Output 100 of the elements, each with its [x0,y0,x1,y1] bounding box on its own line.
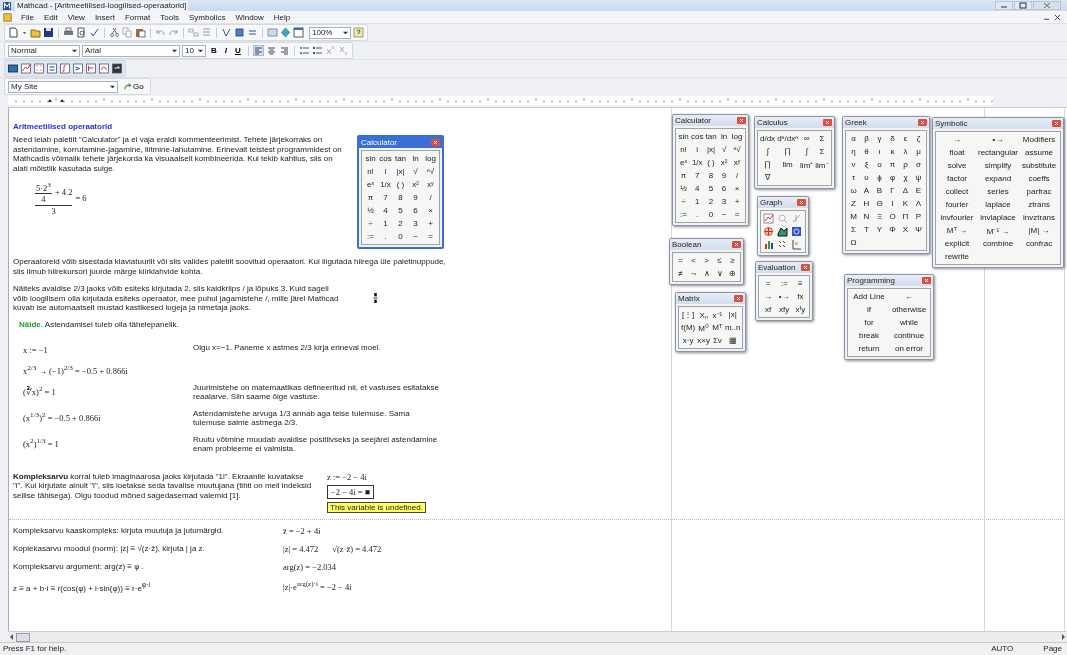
palette-button[interactable]: eˣ [677,156,690,169]
bold-button[interactable]: B [208,45,220,56]
menu-item[interactable]: Insert [89,12,120,22]
font-dropdown[interactable]: Arial [82,44,180,57]
component-icon[interactable] [234,27,245,38]
palette-button[interactable]: χ [899,171,912,184]
palette-button[interactable]: [⋮] [680,308,697,321]
palette-button[interactable]: ≠ [674,267,687,280]
palette-button[interactable]: Υ [873,223,886,236]
spell-check-icon[interactable] [89,27,100,38]
palette-button[interactable]: x² [717,156,731,169]
italic-button[interactable]: I [221,45,230,56]
palette-button[interactable]: √ [717,143,731,156]
palette-button[interactable]: η [847,145,860,158]
palette-button[interactable]: ∇ [759,171,777,184]
palette-button[interactable]: := [677,208,690,221]
menu-item[interactable]: Symbolics [183,12,231,22]
scroll-thumb[interactable] [16,632,30,642]
close-button[interactable] [822,119,832,126]
palette-button[interactable]: = [730,208,744,221]
palette-button[interactable]: δ [886,132,899,145]
palette-button[interactable]: > [700,254,713,267]
document-icon[interactable] [3,12,12,22]
palette-button[interactable]: coeffs [1019,172,1060,185]
palette-button[interactable]: cos [690,130,705,143]
palette-button[interactable]: collect [937,185,977,198]
palette-button[interactable]: 3 [717,195,731,208]
palette-button[interactable]: Ρ [912,210,925,223]
palette-button[interactable]: = [674,254,687,267]
palette-button[interactable]: Mᵀ → [937,224,977,237]
palette-button[interactable]: solve [937,159,977,172]
palette-button[interactable]: × [730,182,744,195]
palette-button[interactable]: dⁿ/dxⁿ [776,132,800,145]
palette-button[interactable]: Θ [873,197,886,210]
palette-button[interactable]: i [690,143,705,156]
palette-button[interactable]: β [860,132,873,145]
polar-plot-icon[interactable] [763,226,774,237]
palette-button[interactable]: θ [860,145,873,158]
palette-button[interactable]: parfrac [1019,185,1060,198]
vector-field-icon[interactable] [777,239,788,250]
palette-button[interactable]: ο [873,158,886,171]
palette-button[interactable]: Ι [886,197,899,210]
palette-button[interactable]: − [717,208,731,221]
window-icon[interactable] [293,27,304,38]
palette-button[interactable]: υ [860,171,873,184]
help-icon[interactable] [353,27,364,38]
palette-button[interactable]: 1/x [690,156,705,169]
close-button[interactable] [918,119,927,126]
calculate-icon[interactable] [221,27,232,38]
palette-button[interactable]: f(M) [680,321,697,334]
palette-button[interactable]: sin [677,130,690,143]
palette-button[interactable]: Σ [847,223,860,236]
palette-button[interactable]: Β [873,184,886,197]
palette-button[interactable]: μ [912,145,925,158]
palette-button[interactable]: xʸ [730,156,744,169]
maximize-button[interactable] [1014,1,1032,10]
palette-button[interactable]: ztrans [1019,198,1060,211]
document-icon[interactable] [8,27,19,38]
align-icon[interactable] [265,45,277,56]
palette-button[interactable]: α [847,132,860,145]
align-icon[interactable] [252,45,264,56]
palette-button[interactable]: 0 [704,208,718,221]
evaluation-icon[interactable] [46,63,58,74]
calculus-icon[interactable] [59,63,71,74]
palette-button[interactable]: assume [1019,146,1060,159]
style-dropdown[interactable]: Normal [8,44,80,57]
palette-button[interactable]: → [937,133,977,146]
menu-item[interactable]: File [16,12,39,22]
horizontal-scrollbar[interactable] [8,631,1067,642]
palette-button[interactable]: ϕ [873,171,886,184]
bar-chart-icon[interactable] [763,239,774,250]
palette-button[interactable]: x⁻¹ [710,308,724,321]
palette-button[interactable]: Ω [847,236,860,249]
palette-button[interactable]: xfy [776,303,793,316]
palette-button[interactable]: ln [717,130,731,143]
palette-button[interactable]: |x| [723,308,742,321]
printer-icon[interactable] [63,27,74,38]
palette-button[interactable]: Σ [814,145,830,158]
palette-button[interactable]: π [677,169,690,182]
bullets-icon[interactable] [298,45,310,56]
palette-button[interactable]: ½ [677,182,690,195]
palette-button[interactable]: Κ [899,197,912,210]
palette-button[interactable]: 6 [717,182,731,195]
palette-button[interactable]: simplify [977,159,1020,172]
palette-button[interactable]: ∏ [759,158,777,171]
palette-button[interactable]: γ [873,132,886,145]
palette-button[interactable]: lim [776,158,800,171]
programming-icon[interactable] [85,63,97,74]
palette-button[interactable]: ∏ [776,145,800,158]
palette-button[interactable]: . [690,208,705,221]
greek-icon[interactable] [98,63,110,74]
palette-button[interactable]: ι [873,145,886,158]
palette-button[interactable]: fx [792,290,809,303]
palette-button[interactable]: λ [899,145,912,158]
palette-button[interactable]: log [730,130,744,143]
palette-button[interactable]: := [776,277,793,290]
palette-button[interactable]: series [977,185,1020,198]
palette-button[interactable]: invlaplace [977,211,1020,224]
palette-button[interactable]: = [760,277,777,290]
palette-button[interactable]: ρ [899,158,912,171]
